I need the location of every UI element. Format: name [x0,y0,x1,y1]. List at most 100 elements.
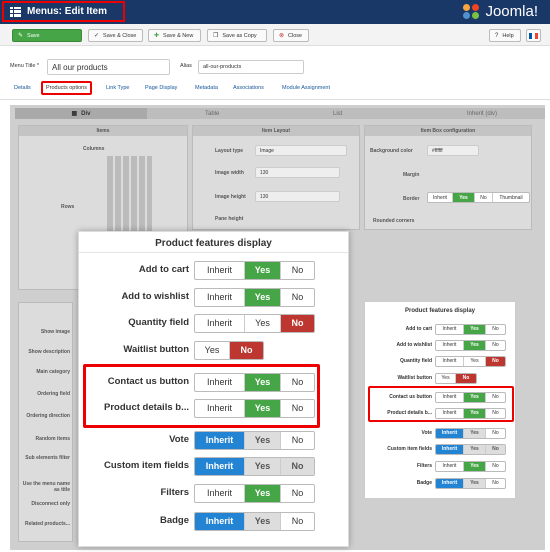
feature-label: Quantity field [128,317,189,328]
items-panel-title: Items [19,126,187,136]
layout-subtabs: ▦ Div Table List Inherit (div) [15,108,545,119]
feature-option-inherit[interactable]: Inherit [195,288,245,306]
border-toggle[interactable]: Inherit Yes No Thumbnail [427,192,530,203]
preview-feature-option-no[interactable]: No [486,356,505,366]
preview-feature-option-no[interactable]: No [486,341,505,350]
preview-feature-toggle[interactable]: Inherit Yes No [435,355,506,367]
preview-feature-option-inherit[interactable]: Inherit [436,324,464,334]
preview-feature-toggle[interactable]: Inherit Yes No [435,339,506,351]
preview-feature-option-no[interactable]: No [486,325,505,334]
feature-option-yes[interactable]: Yes [245,314,281,332]
feature-label: Waitlist button [123,344,189,355]
preview-feature-option-yes[interactable]: Yes [464,340,486,350]
tab-metadata[interactable]: Metadata [195,85,218,91]
feature-option-yes[interactable]: Yes [245,457,281,475]
preview-feature-toggle[interactable]: Inherit Yes No [435,443,506,455]
save-copy-button[interactable]: ❐ Save as Copy [207,29,267,42]
tab-module-assignment[interactable]: Module Assignment [282,85,330,91]
feature-option-inherit[interactable]: Inherit [195,431,245,449]
feature-toggle[interactable]: Inherit Yes No [194,483,315,503]
save-new-button[interactable]: ✚ Save & New [148,29,201,42]
layout-type-select[interactable]: Image [255,145,347,156]
feature-option-no[interactable]: No [281,289,314,306]
feature-option-inherit[interactable]: Inherit [195,512,245,530]
feature-option-no[interactable]: No [281,513,314,530]
preview-feature-option-no[interactable]: No [456,373,476,383]
subtab-list[interactable]: List [333,108,342,119]
preview-feature-toggle[interactable]: Inherit Yes No [435,477,506,489]
feature-option-yes[interactable]: Yes [195,341,230,359]
language-button[interactable] [526,29,541,42]
preview-feature-option-inherit[interactable]: Inherit [436,428,464,438]
feature-toggle[interactable]: Inherit Yes No [194,456,315,476]
feature-toggle[interactable]: Inherit Yes No [194,260,315,280]
image-width-label: Image width [215,170,244,176]
feature-toggle[interactable]: Inherit Yes No [194,511,315,531]
feature-option-inherit[interactable]: Inherit [195,484,245,502]
feature-toggle[interactable]: Inherit Yes No [194,430,315,450]
feature-option-no[interactable]: No [281,432,314,449]
subtab-table[interactable]: Table [205,108,219,119]
preview-feature-toggle[interactable]: Inherit Yes No [435,460,506,472]
feature-option-no[interactable]: No [281,485,314,502]
feature-toggle[interactable]: Inherit Yes No [194,313,315,333]
preview-feature-option-inherit[interactable]: Inherit [436,478,464,488]
preview-feature-option-yes[interactable]: Yes [464,444,486,454]
preview-feature-option-yes[interactable]: Yes [464,356,486,366]
image-width-input[interactable]: 130 [255,167,340,178]
feature-option-no[interactable]: No [281,314,314,332]
save-button[interactable]: ✎ Save [12,29,82,42]
layout-type-label: Layout type [215,148,244,154]
edit-tabs: Details Products options Link Type Page … [0,81,550,100]
preview-feature-label: Badge [416,480,432,486]
feature-option-no[interactable]: No [281,457,314,475]
help-button[interactable]: ? Help [489,29,521,42]
bg-color-input[interactable]: #ffffff [427,145,479,156]
preview-feature-option-no[interactable]: No [486,479,505,488]
feature-option-no[interactable]: No [230,341,263,359]
feature-option-yes[interactable]: Yes [245,288,281,306]
feature-option-no[interactable]: No [281,262,314,279]
preview-feature-label: Quantity field [400,358,432,364]
feature-toggle[interactable]: Yes No [194,340,264,360]
div-icon: ▦ [71,111,78,117]
preview-feature-option-no[interactable]: No [486,462,505,471]
preview-feature-option-yes[interactable]: Yes [436,373,456,383]
feature-option-yes[interactable]: Yes [245,431,281,449]
preview-feature-option-yes[interactable]: Yes [464,324,486,334]
feature-option-inherit[interactable]: Inherit [195,261,245,279]
save-close-button[interactable]: ✓ Save & Close [88,29,143,42]
feature-option-inherit[interactable]: Inherit [195,457,245,475]
feature-option-yes[interactable]: Yes [245,484,281,502]
menu-title-label: Menu Title * [10,63,40,69]
feature-option-yes[interactable]: Yes [245,261,281,279]
tab-details[interactable]: Details [14,85,31,91]
preview-feature-toggle[interactable]: Inherit Yes No [435,323,506,335]
rounded-label: Rounded corners [373,218,415,224]
highlight-box [83,364,320,428]
preview-feature-option-no[interactable]: No [486,444,505,454]
preview-feature-option-yes[interactable]: Yes [464,428,486,438]
subtab-div[interactable]: ▦ Div [15,108,147,119]
close-button[interactable]: ⊗ Close [273,29,309,42]
feature-option-yes[interactable]: Yes [245,512,281,530]
feature-toggle[interactable]: Inherit Yes No [194,287,315,307]
preview-feature-option-no[interactable]: No [486,429,505,438]
preview-feature-toggle[interactable]: Yes No [435,372,477,384]
preview-feature-option-inherit[interactable]: Inherit [436,356,464,366]
image-height-input[interactable]: 130 [255,191,340,202]
preview-feature-option-inherit[interactable]: Inherit [436,461,464,471]
tab-link-type[interactable]: Link Type [106,85,129,91]
subtab-inherit[interactable]: Inherit (div) [467,108,497,119]
preview-feature-option-inherit[interactable]: Inherit [436,340,464,350]
preview-feature-option-yes[interactable]: Yes [464,461,486,471]
alias-input[interactable]: all-our-products [198,60,304,74]
preview-feature-option-yes[interactable]: Yes [464,478,486,488]
menu-title-input[interactable]: All our products [47,59,170,75]
preview-feature-toggle[interactable]: Inherit Yes No [435,427,506,439]
tab-page-display[interactable]: Page Display [145,85,177,91]
tab-associations[interactable]: Associations [233,85,264,91]
tab-products-options[interactable]: Products options [41,81,92,95]
feature-option-inherit[interactable]: Inherit [195,314,245,332]
preview-feature-option-inherit[interactable]: Inherit [436,444,464,454]
